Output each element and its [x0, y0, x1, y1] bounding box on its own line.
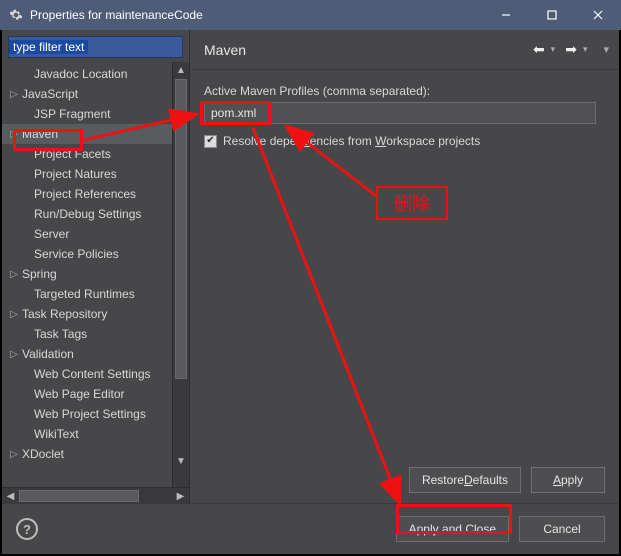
- filter-placeholder: type filter text: [9, 40, 88, 54]
- content-panel: Maven ⬅ ▾ ➡ ▾ ▾ Active Maven Profiles (com…: [190, 30, 619, 504]
- bottom-bar: ? Apply and Close Cancel: [2, 504, 619, 554]
- tree-item-label: Service Policies: [20, 247, 119, 261]
- tree-item-label: Task Tags: [20, 327, 87, 341]
- expand-icon[interactable]: ▷: [8, 309, 20, 320]
- tree-item-spring[interactable]: ▷Spring: [2, 264, 172, 284]
- tree-item-jsp-fragment[interactable]: JSP Fragment: [2, 104, 172, 124]
- profiles-label: Active Maven Profiles (comma separated):: [204, 84, 605, 98]
- tree-item-label: Project Facets: [20, 147, 111, 161]
- scroll-left-icon[interactable]: ◀: [2, 488, 19, 505]
- tree-item-project-references[interactable]: Project References: [2, 184, 172, 204]
- view-menu-icon[interactable]: ▾: [603, 43, 609, 56]
- tree-item-label: Web Project Settings: [20, 407, 146, 421]
- expand-icon[interactable]: ▷: [8, 89, 20, 100]
- tree-item-server[interactable]: Server: [2, 224, 172, 244]
- tree-item-label: Task Repository: [20, 307, 107, 321]
- content-footer: Restore Defaults Apply: [190, 467, 619, 504]
- profiles-value: pom.xml: [211, 106, 256, 120]
- tree-item-label: Targeted Runtimes: [20, 287, 135, 301]
- restore-defaults-button[interactable]: Restore Defaults: [409, 467, 521, 493]
- scroll-right-icon[interactable]: ▶: [172, 488, 189, 505]
- scroll-thumb[interactable]: [175, 79, 187, 379]
- tree-item-label: Spring: [20, 267, 57, 281]
- expand-icon[interactable]: ▷: [8, 129, 20, 140]
- tree-item-label: JavaScript: [20, 87, 78, 101]
- tree-item-project-facets[interactable]: Project Facets: [2, 144, 172, 164]
- titlebar: Properties for maintenanceCode: [0, 0, 621, 30]
- tree-item-label: XDoclet: [20, 447, 64, 461]
- tree-item-javadoc-location[interactable]: Javadoc Location: [2, 64, 172, 84]
- profiles-input[interactable]: pom.xml: [204, 102, 596, 124]
- expand-icon[interactable]: ▷: [8, 269, 20, 280]
- tree-item-validation[interactable]: ▷Validation: [2, 344, 172, 364]
- tree-item-label: Run/Debug Settings: [20, 207, 141, 221]
- category-tree[interactable]: Javadoc Location▷JavaScriptJSP Fragment▷…: [2, 62, 172, 487]
- tree-item-project-natures[interactable]: Project Natures: [2, 164, 172, 184]
- tree-item-label: Maven: [20, 127, 58, 141]
- tree-item-task-tags[interactable]: Task Tags: [2, 324, 172, 344]
- tree-item-label: JSP Fragment: [20, 107, 110, 121]
- back-icon[interactable]: ⬅: [533, 41, 545, 58]
- tree-item-task-repository[interactable]: ▷Task Repository: [2, 304, 172, 324]
- tree-item-web-content-settings[interactable]: Web Content Settings: [2, 364, 172, 384]
- client-area: type filter text Javadoc Location▷JavaSc…: [2, 30, 619, 554]
- scroll-up-icon[interactable]: ▲: [173, 62, 189, 79]
- tree-item-label: Server: [20, 227, 69, 241]
- window-title: Properties for maintenanceCode: [30, 8, 483, 22]
- sidebar: type filter text Javadoc Location▷JavaSc…: [2, 30, 190, 504]
- tree-item-javascript[interactable]: ▷JavaScript: [2, 84, 172, 104]
- back-menu-icon[interactable]: ▾: [551, 44, 556, 55]
- tree-item-label: WikiText: [20, 427, 79, 441]
- tree-item-targeted-runtimes[interactable]: Targeted Runtimes: [2, 284, 172, 304]
- tree-item-web-project-settings[interactable]: Web Project Settings: [2, 404, 172, 424]
- filter-input[interactable]: type filter text: [8, 36, 183, 58]
- tree-item-run-debug-settings[interactable]: Run/Debug Settings: [2, 204, 172, 224]
- tree-item-xdoclet[interactable]: ▷XDoclet: [2, 444, 172, 464]
- horizontal-scrollbar[interactable]: ◀ ▶: [2, 487, 189, 504]
- gear-icon: [8, 7, 24, 23]
- tree-item-web-page-editor[interactable]: Web Page Editor: [2, 384, 172, 404]
- content-header: Maven ⬅ ▾ ➡ ▾ ▾: [190, 30, 619, 70]
- page-title: Maven: [204, 42, 533, 58]
- tree-item-label: Project Natures: [20, 167, 117, 181]
- expand-icon[interactable]: ▷: [8, 349, 20, 360]
- tree-item-label: Web Page Editor: [20, 387, 125, 401]
- resolve-label: Resolve dependencies from Workspace proj…: [223, 134, 480, 148]
- tree-item-label: Project References: [20, 187, 136, 201]
- hscroll-thumb[interactable]: [19, 490, 139, 502]
- nav-arrows: ⬅ ▾ ➡ ▾ ▾: [533, 41, 609, 58]
- forward-icon[interactable]: ➡: [565, 41, 577, 58]
- help-icon[interactable]: ?: [16, 518, 38, 540]
- resolve-checkbox-row: ✔ Resolve dependencies from Workspace pr…: [204, 134, 605, 148]
- vertical-scrollbar[interactable]: ▲ ▼: [172, 62, 189, 487]
- expand-icon[interactable]: ▷: [8, 449, 20, 460]
- tree-item-maven[interactable]: ▷Maven: [2, 124, 172, 144]
- scroll-down-icon[interactable]: ▼: [173, 453, 189, 470]
- cancel-button[interactable]: Cancel: [519, 516, 605, 542]
- minimize-button[interactable]: [483, 0, 529, 30]
- apply-button[interactable]: Apply: [531, 467, 605, 493]
- tree-item-service-policies[interactable]: Service Policies: [2, 244, 172, 264]
- tree-item-wikitext[interactable]: WikiText: [2, 424, 172, 444]
- apply-and-close-button[interactable]: Apply and Close: [396, 516, 509, 542]
- resolve-checkbox[interactable]: ✔: [204, 135, 217, 148]
- forward-menu-icon[interactable]: ▾: [583, 44, 588, 55]
- maximize-button[interactable]: [529, 0, 575, 30]
- tree-item-label: Validation: [20, 347, 74, 361]
- tree-item-label: Javadoc Location: [20, 67, 127, 81]
- close-button[interactable]: [575, 0, 621, 30]
- tree-item-label: Web Content Settings: [20, 367, 151, 381]
